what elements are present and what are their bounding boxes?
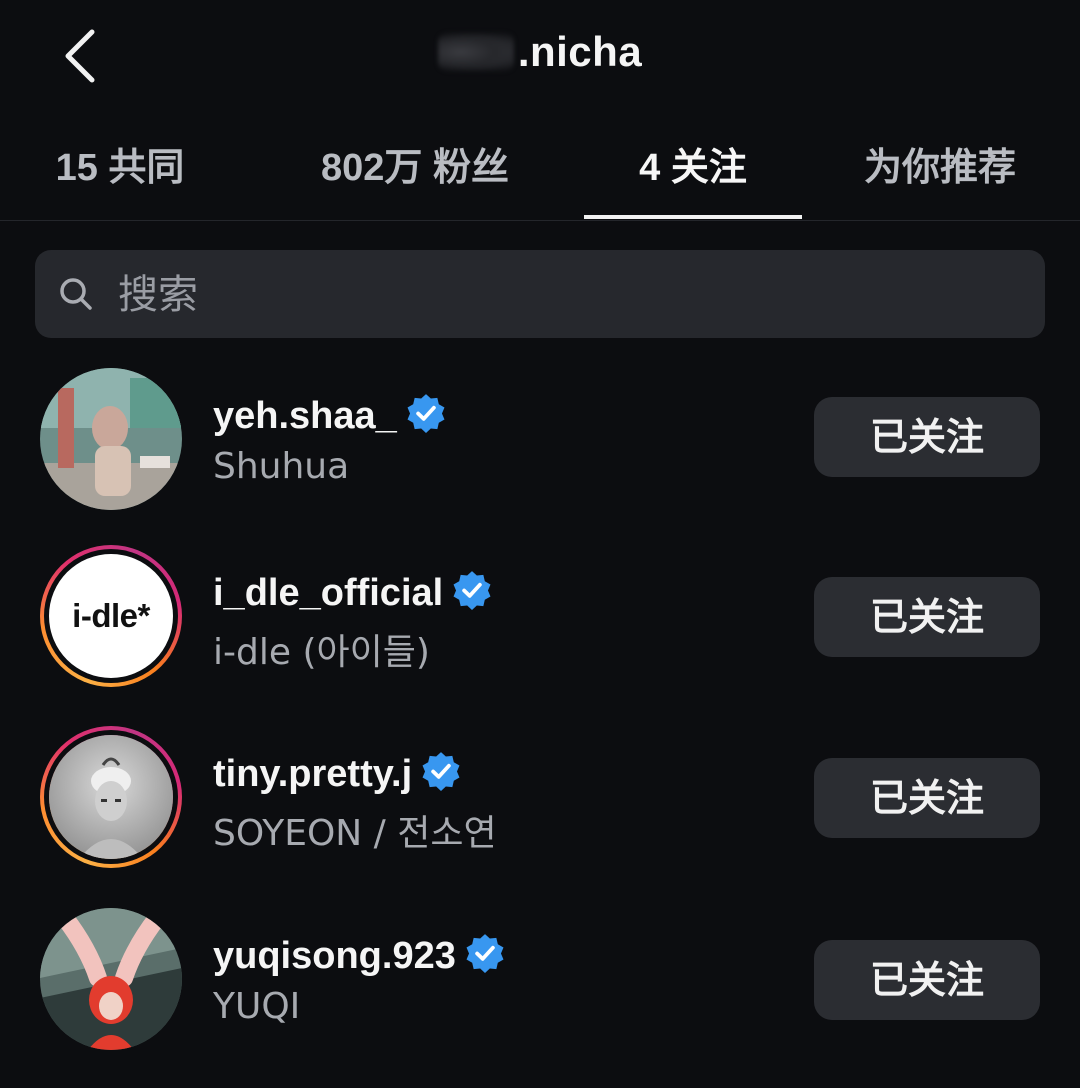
username[interactable]: tiny.pretty.j [213,750,462,796]
username-text: tiny.pretty.j [213,753,413,795]
avatar-logo-text: i-dle* [72,597,150,634]
search-icon [60,278,92,310]
tab-mutual[interactable]: 15 共同 [20,110,220,220]
avatar-image [49,735,173,859]
verified-badge-icon [466,934,504,973]
verified-badge-icon [453,571,491,610]
page-title-text: .nicha [517,28,643,75]
tab-followers[interactable]: 802万 粉丝 [290,110,540,220]
following-button[interactable]: 已关注 [814,577,1040,657]
avatar-image: i-dle* [49,554,173,678]
username[interactable]: yeh.shaa_ [213,392,447,438]
list-item[interactable]: yeh.shaa_ Shuhua 已关注 [0,368,1080,548]
following-button[interactable]: 已关注 [814,397,1040,477]
avatar[interactable] [40,368,182,510]
list-item[interactable]: i-dle* i_dle_official i-dle (아이들) 已关注 [0,545,1080,725]
following-button[interactable]: 已关注 [814,940,1040,1020]
header-bar: .nicha [0,0,1080,110]
avatar-image [40,908,182,1050]
username[interactable]: yuqisong.923 [213,932,506,978]
active-tab-indicator [584,215,802,219]
list-item[interactable]: yuqisong.923 YUQI 已关注 [0,908,1080,1088]
verified-badge-icon [422,752,460,791]
username[interactable]: i_dle_official [213,569,493,615]
full-name: YUQI [213,986,301,1027]
full-name: SOYEON / 전소연 [213,813,497,854]
page-title: .nicha [0,28,1080,84]
username-text: yuqisong.923 [213,935,456,977]
full-name: Shuhua [213,446,350,487]
avatar-story-ring[interactable] [40,726,182,868]
verified-badge-icon [407,394,445,433]
tab-following[interactable]: 4 关注 [584,110,802,220]
list-item[interactable]: tiny.pretty.j SOYEON / 전소연 已关注 [0,726,1080,906]
search-input[interactable] [116,256,1020,334]
avatar-story-ring[interactable]: i-dle* [40,545,182,687]
following-button[interactable]: 已关注 [814,758,1040,838]
avatar-image [40,368,182,510]
redacted-name-blur [437,32,514,72]
full-name: i-dle (아이들) [213,632,430,673]
tab-suggested[interactable]: 为你推荐 [850,110,1030,220]
avatar[interactable] [40,908,182,1050]
username-text: i_dle_official [213,572,444,614]
tab-bar: 15 共同 802万 粉丝 4 关注 为你推荐 [0,110,1080,221]
username-text: yeh.shaa_ [213,395,397,437]
